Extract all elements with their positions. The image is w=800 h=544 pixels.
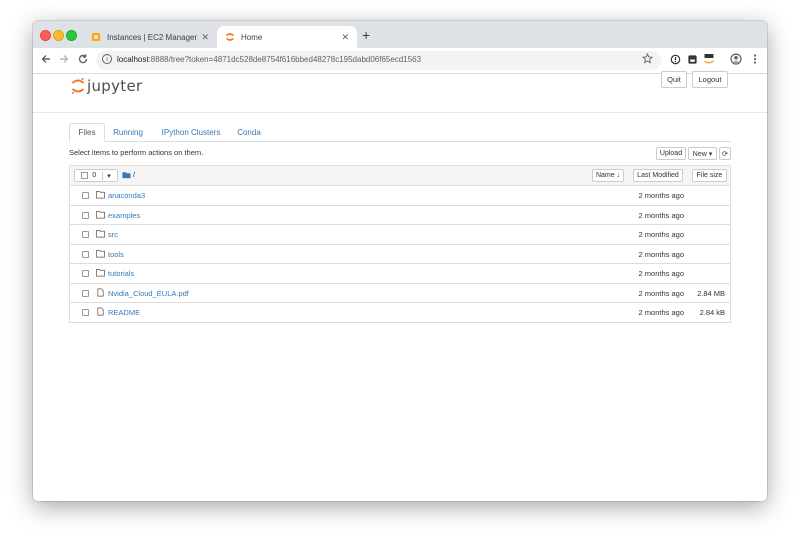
list-item[interactable]: README 2 months ago 2.84 kB: [70, 303, 730, 322]
refresh-icon: ⟳: [722, 150, 728, 158]
item-name-link[interactable]: README: [108, 308, 140, 317]
tab-ipython-clusters[interactable]: IPython Clusters: [155, 123, 227, 141]
current-path[interactable]: /: [133, 170, 135, 179]
item-size: 2.84 MB: [697, 288, 725, 298]
browser-tab-ec2[interactable]: Instances | EC2 Management C ✕: [83, 26, 217, 48]
item-name-link[interactable]: Nvidia_Cloud_EULA.pdf: [108, 289, 189, 298]
row-checkbox[interactable]: [82, 289, 89, 297]
new-dropdown-button[interactable]: New ▾: [688, 147, 717, 160]
extension-2-icon[interactable]: [686, 53, 698, 65]
folder-icon: [96, 190, 105, 199]
refresh-button[interactable]: ⟳: [719, 147, 731, 160]
close-window-button[interactable]: [40, 30, 51, 41]
browser-menu-icon[interactable]: [749, 53, 761, 65]
row-checkbox[interactable]: [82, 250, 89, 258]
select-all-control[interactable]: 0 ▾: [74, 169, 118, 182]
close-tab-icon[interactable]: ✕: [201, 32, 209, 43]
folder-icon: [96, 210, 105, 218]
select-dropdown-icon[interactable]: ▾: [102, 171, 111, 180]
item-modified: 2 months ago: [638, 210, 684, 220]
sort-last-modified-button[interactable]: Last Modified: [633, 169, 683, 182]
row-checkbox[interactable]: [82, 192, 89, 199]
browser-tab-title: Instances | EC2 Management C: [107, 32, 197, 42]
folder-icon: [96, 229, 105, 238]
folder-icon: [96, 268, 105, 277]
jupyter-logo-icon: [71, 78, 85, 94]
file-icon: [97, 288, 104, 296]
select-all-checkbox[interactable]: [81, 172, 89, 179]
maximize-window-button[interactable]: [66, 30, 77, 41]
notebook-tabs: Files Running IPython Clusters Conda: [69, 123, 731, 142]
item-name-link[interactable]: tutorials: [108, 269, 134, 278]
item-modified: 2 months ago: [638, 269, 684, 278]
list-item[interactable]: tools 2 months ago: [70, 245, 730, 264]
selection-hint: Select items to perform actions on them.: [69, 148, 204, 157]
item-modified: 2 months ago: [638, 191, 684, 200]
url-host: localhost: [117, 55, 149, 64]
profile-avatar-icon[interactable]: [730, 53, 742, 65]
folder-icon: [96, 249, 105, 257]
folder-home-icon[interactable]: [122, 171, 131, 179]
item-modified: 2 months ago: [638, 230, 684, 239]
file-list-header: 0 ▾ / Name ↓ Last Modified File size: [70, 166, 730, 186]
bookmark-star-icon[interactable]: [642, 53, 653, 64]
item-name-link[interactable]: src: [108, 230, 118, 239]
file-list: 0 ▾ / Name ↓ Last Modified File size ana…: [69, 165, 731, 323]
sort-name-button[interactable]: Name ↓: [592, 169, 624, 182]
aws-favicon-icon: [92, 33, 100, 41]
item-name-link[interactable]: tools: [108, 250, 124, 259]
selected-count: 0: [92, 172, 97, 179]
browser-tab-home[interactable]: Home ✕: [217, 26, 357, 48]
item-name-link[interactable]: anaconda3: [108, 191, 145, 200]
logout-button[interactable]: Logout: [692, 71, 728, 88]
file-icon: [97, 307, 104, 316]
upload-button[interactable]: Upload: [656, 147, 686, 160]
browser-tab-title: Home: [241, 32, 263, 42]
url-text: localhost:8888/tree?token=4871dc528de875…: [117, 55, 421, 64]
list-item[interactable]: src 2 months ago: [70, 225, 730, 245]
row-checkbox[interactable]: [82, 211, 89, 219]
jupyter-header: jupyter Quit Logout: [33, 71, 767, 113]
extension-1-icon[interactable]: [669, 53, 681, 65]
browser-toolbar: i localhost:8888/tree?token=4871dc528de8…: [33, 48, 767, 74]
forward-arrow-icon[interactable]: [58, 53, 70, 65]
reload-icon[interactable]: [77, 53, 89, 65]
row-checkbox[interactable]: [82, 231, 89, 238]
row-checkbox[interactable]: [82, 270, 89, 277]
tab-strip: Instances | EC2 Management C ✕ Home ✕ +: [33, 21, 767, 48]
close-tab-icon[interactable]: ✕: [341, 32, 349, 43]
list-item[interactable]: Nvidia_Cloud_EULA.pdf 2 months ago 2.84 …: [70, 284, 730, 303]
quit-button[interactable]: Quit: [661, 71, 687, 88]
list-item[interactable]: tutorials 2 months ago: [70, 264, 730, 284]
browser-window: Instances | EC2 Management C ✕ Home ✕ + …: [33, 21, 767, 501]
row-checkbox[interactable]: [82, 309, 89, 316]
address-bar[interactable]: i localhost:8888/tree?token=4871dc528de8…: [96, 51, 661, 70]
site-info-icon[interactable]: i: [102, 54, 112, 64]
item-modified: 2 months ago: [638, 288, 684, 298]
item-size: 2.84 kB: [699, 308, 725, 317]
list-item[interactable]: anaconda3 2 months ago: [70, 186, 730, 206]
tab-files[interactable]: Files: [69, 123, 105, 142]
item-modified: 2 months ago: [638, 308, 684, 317]
sort-file-size-button[interactable]: File size: [692, 169, 727, 182]
extension-3-icon[interactable]: [703, 53, 715, 65]
minimize-window-button[interactable]: [53, 30, 64, 41]
jupyter-favicon-icon: [225, 33, 235, 41]
item-modified: 2 months ago: [638, 249, 684, 259]
back-arrow-icon[interactable]: [40, 53, 52, 65]
url-path: :8888/tree?token=4871dc528de8754f616bbed…: [148, 55, 422, 64]
page-content: jupyter Quit Logout Files Running IPytho…: [33, 71, 767, 501]
jupyter-logo-text: jupyter: [87, 77, 143, 95]
tab-running[interactable]: Running: [109, 123, 147, 141]
tab-conda[interactable]: Conda: [234, 123, 264, 141]
list-item[interactable]: examples 2 months ago: [70, 206, 730, 225]
new-tab-button[interactable]: +: [362, 28, 370, 42]
jupyter-logo[interactable]: jupyter: [71, 77, 142, 95]
item-name-link[interactable]: examples: [108, 211, 140, 220]
